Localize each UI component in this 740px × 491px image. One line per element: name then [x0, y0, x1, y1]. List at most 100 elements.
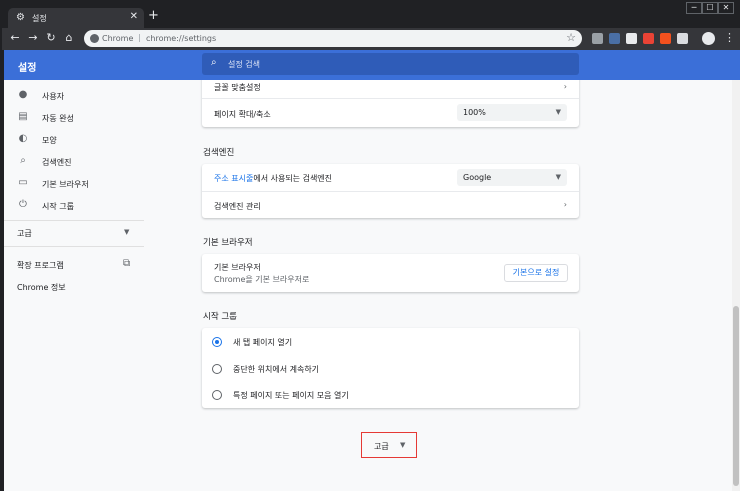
address-separator: | — [138, 33, 141, 42]
startup-option-label: 특정 페이지 또는 페이지 모음 열기 — [233, 391, 349, 400]
forward-icon[interactable]: → — [26, 31, 40, 45]
chevron-down-icon: ▼ — [555, 108, 561, 116]
sidebar-item-label: 모양 — [42, 136, 57, 145]
close-window-button[interactable]: ✕ — [718, 2, 734, 14]
page-title: 설정 — [18, 63, 37, 74]
sidebar-item-advanced[interactable]: 고급 ▼ — [4, 223, 144, 243]
font-settings-label: 글꼴 맞춤설정 — [214, 83, 261, 92]
tab-title: 설정 — [32, 14, 47, 23]
sidebar-item-default-browser[interactable]: ▭ 기본 브라우저 — [4, 174, 144, 194]
search-icon: ⌕ — [20, 155, 26, 166]
person-icon: ● — [18, 89, 28, 100]
sidebar-divider — [4, 246, 144, 247]
advanced-button-label: 고급 — [374, 442, 389, 451]
address-url[interactable]: chrome://settings — [146, 34, 216, 43]
search-engine-card: 주소 표시줄에서 사용되는 검색엔진 Google ▼ 검색엔진 관리 › — [202, 164, 579, 218]
chevron-down-icon: ▼ — [555, 173, 561, 181]
startup-option-label: 새 탭 페이지 열기 — [233, 338, 293, 347]
power-icon: ⏻ — [19, 199, 27, 210]
back-icon[interactable]: ← — [8, 31, 22, 45]
chevron-down-icon: ▼ — [400, 441, 406, 449]
search-engine-row: 주소 표시줄에서 사용되는 검색엔진 Google ▼ — [202, 164, 579, 191]
default-browser-title: 기본 브라우저 — [214, 263, 261, 272]
sidebar-item-appearance[interactable]: ◐ 모양 — [4, 130, 144, 150]
settings-search-input[interactable]: ⌕ 설정 검색 — [202, 53, 579, 75]
address-site-label: Chrome — [102, 34, 134, 43]
extension-mail-icon[interactable] — [626, 33, 637, 44]
chevron-right-icon: › — [563, 200, 567, 209]
sidebar-advanced-label: 고급 — [17, 229, 32, 238]
external-link-icon: ⧉ — [123, 258, 131, 269]
appearance-card: 글꼴 맞춤설정 › 페이지 확대/축소 100% ▼ — [202, 80, 579, 127]
gear-icon: ⚙ — [16, 12, 25, 23]
search-placeholder: 설정 검색 — [228, 60, 260, 69]
extension-shield-icon[interactable] — [609, 33, 620, 44]
startup-option-new-tab[interactable]: 새 탭 페이지 열기 — [202, 328, 579, 355]
sidebar-item-label: 검색엔진 — [42, 158, 72, 167]
minimize-button[interactable]: ─ — [686, 2, 702, 14]
sidebar-item-label: 사용자 — [42, 92, 65, 101]
radio-unselected-icon[interactable] — [212, 364, 222, 374]
on-startup-card: 새 탭 페이지 열기 중단한 위치에서 계속하기 특정 페이지 또는 페이지 모… — [202, 328, 579, 408]
address-bar-link[interactable]: 주소 표시줄 — [214, 174, 253, 183]
sidebar-item-label: 자동 완성 — [42, 114, 74, 123]
chrome-menu-icon[interactable]: ⋮ — [724, 31, 735, 44]
font-settings-row[interactable]: 글꼴 맞춤설정 › — [202, 80, 579, 98]
sidebar-about-label: Chrome 정보 — [17, 283, 66, 292]
palette-icon: ◐ — [18, 133, 28, 144]
maximize-button[interactable]: ☐ — [702, 2, 718, 14]
search-engine-select[interactable]: Google ▼ — [457, 169, 567, 186]
page-zoom-row: 페이지 확대/축소 100% ▼ — [202, 99, 579, 127]
default-browser-heading: 기본 브라우저 — [203, 238, 253, 248]
chevron-down-icon: ▼ — [124, 228, 130, 236]
sidebar-extensions-label: 확장 프로그램 — [17, 261, 64, 270]
sidebar-divider — [4, 220, 144, 221]
sidebar-item-people[interactable]: ● 사용자 — [4, 86, 144, 106]
manage-search-engines-row[interactable]: 검색엔진 관리 › — [202, 192, 579, 218]
startup-option-label: 중단한 위치에서 계속하기 — [233, 365, 320, 374]
toolbar: ← → ↻ ⌂ Chrome | chrome://settings ☆ ⋮ — [2, 28, 740, 50]
browser-window: ⚙ 설정 ✕ + ─ ☐ ✕ ← → ↻ ⌂ Chrome | chrome:/… — [0, 0, 740, 491]
reload-icon[interactable]: ↻ — [44, 31, 58, 45]
sidebar-item-search-engine[interactable]: ⌕ 검색엔진 — [4, 152, 144, 172]
manage-search-engines-label: 검색엔진 관리 — [214, 202, 261, 211]
sidebar-item-on-startup[interactable]: ⏻ 시작 그룹 — [4, 196, 144, 216]
bookmark-star-icon[interactable]: ☆ — [566, 31, 576, 44]
sidebar-item-label: 기본 브라우저 — [42, 180, 89, 189]
search-engine-value: Google — [463, 173, 492, 182]
radio-unselected-icon[interactable] — [212, 390, 222, 400]
chrome-page-icon — [90, 34, 99, 43]
page-zoom-value: 100% — [463, 108, 486, 117]
make-default-button[interactable]: 기본으로 설정 — [504, 264, 568, 282]
extension-orange-icon[interactable] — [660, 33, 671, 44]
extension-icon[interactable] — [592, 33, 603, 44]
advanced-button[interactable]: 고급 ▼ — [361, 432, 417, 458]
default-browser-subtitle: Chrome을 기본 브라우저로 — [214, 275, 310, 284]
default-browser-row: 기본 브라우저 Chrome을 기본 브라우저로 기본으로 설정 — [202, 254, 579, 292]
extension-white-icon[interactable] — [677, 33, 688, 44]
page-zoom-select[interactable]: 100% ▼ — [457, 104, 567, 121]
address-bar[interactable]: Chrome | chrome://settings ☆ — [84, 30, 582, 47]
search-engine-label-text: 에서 사용되는 검색엔진 — [253, 174, 333, 183]
tab-settings[interactable]: ⚙ 설정 ✕ — [8, 8, 144, 28]
default-browser-card: 기본 브라우저 Chrome을 기본 브라우저로 기본으로 설정 — [202, 254, 579, 292]
page-scrollbar[interactable] — [732, 80, 740, 491]
sidebar-item-autofill[interactable]: ▤ 자동 완성 — [4, 108, 144, 128]
radio-selected-icon[interactable] — [212, 337, 222, 347]
home-icon[interactable]: ⌂ — [62, 31, 76, 45]
extension-red-icon[interactable] — [643, 33, 654, 44]
chevron-right-icon: › — [563, 82, 567, 91]
startup-option-specific-pages[interactable]: 특정 페이지 또는 페이지 모음 열기 — [202, 382, 579, 408]
scrollbar-thumb[interactable] — [733, 306, 739, 486]
search-engine-heading: 검색엔진 — [203, 148, 235, 158]
new-tab-button[interactable]: + — [148, 9, 159, 22]
search-icon: ⌕ — [211, 57, 217, 68]
sidebar-item-about[interactable]: Chrome 정보 — [4, 277, 144, 297]
sidebar-item-extensions[interactable]: 확장 프로그램 ⧉ — [4, 255, 144, 275]
tab-close-icon[interactable]: ✕ — [130, 11, 138, 22]
page-zoom-label: 페이지 확대/축소 — [214, 110, 271, 119]
profile-avatar[interactable] — [702, 32, 715, 45]
browser-icon: ▭ — [18, 177, 28, 188]
startup-option-continue[interactable]: 중단한 위치에서 계속하기 — [202, 355, 579, 382]
clipboard-icon: ▤ — [18, 111, 28, 122]
